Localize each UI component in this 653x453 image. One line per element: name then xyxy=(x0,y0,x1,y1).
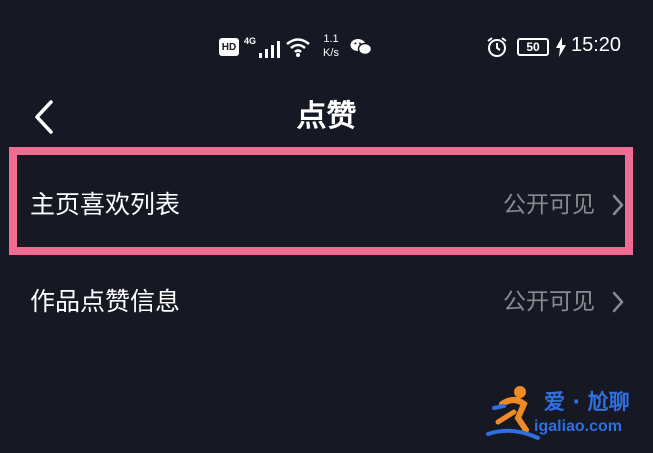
setting-row-homepage-likes[interactable]: 主页喜欢列表 公开可见 xyxy=(0,165,653,245)
speed-unit: K/s xyxy=(323,47,339,59)
battery-indicator: 50 xyxy=(517,38,549,56)
charging-bolt-icon xyxy=(555,37,567,57)
signal-icon xyxy=(258,40,282,58)
setting-label: 作品点赞信息 xyxy=(30,287,181,316)
wifi-icon xyxy=(285,36,311,58)
watermark-url: igaliao.com xyxy=(534,418,623,435)
status-time: 15:20 xyxy=(571,34,622,56)
runner-logo-icon xyxy=(486,386,540,440)
watermark: 爱 · 尬聊 igaliao.com xyxy=(484,382,644,444)
hd-badge: HD xyxy=(219,38,239,56)
setting-label: 主页喜欢列表 xyxy=(30,190,181,219)
wechat-icon xyxy=(350,38,372,56)
alarm-icon xyxy=(486,36,508,58)
page-title: 点赞 xyxy=(296,99,357,134)
chevron-left-icon xyxy=(35,100,53,134)
setting-value: 公开可见 xyxy=(503,289,595,315)
setting-value: 公开可见 xyxy=(503,192,595,218)
chevron-right-icon xyxy=(612,291,624,313)
network-speed: 1.1 K/s xyxy=(314,32,348,60)
setting-row-video-likes[interactable]: 作品点赞信息 公开可见 xyxy=(0,262,653,342)
back-button[interactable] xyxy=(26,96,62,138)
network-type-label: 4G xyxy=(244,36,257,46)
status-bar: HD 4G 1.1 K/s 50 15:20 xyxy=(0,0,653,96)
watermark-text: 爱 · 尬聊 xyxy=(544,390,630,414)
chevron-right-icon xyxy=(612,194,624,216)
speed-value: 1.1 xyxy=(323,33,339,45)
